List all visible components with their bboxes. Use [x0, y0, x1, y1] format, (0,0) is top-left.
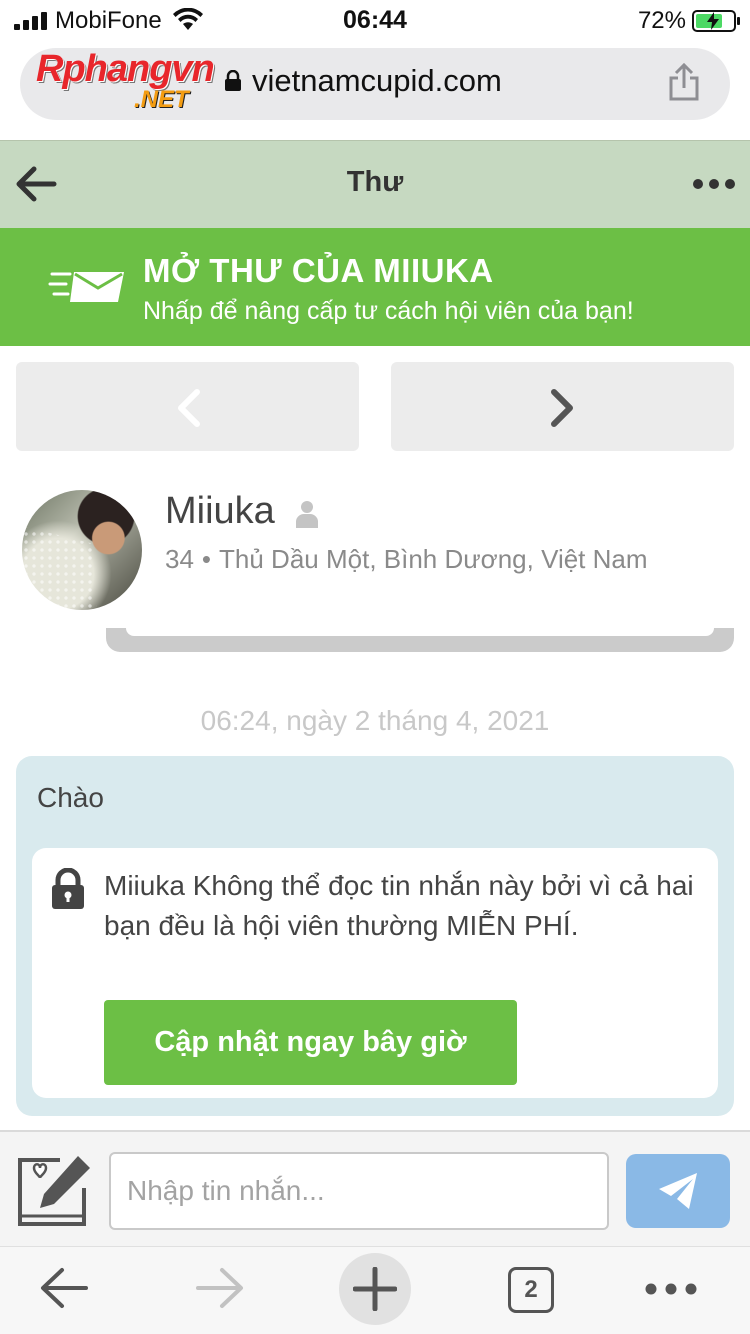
browser-menu-icon[interactable] — [644, 1282, 698, 1296]
profile-name[interactable]: Miiuka — [165, 490, 275, 533]
meta-separator: • — [201, 544, 212, 574]
avatar[interactable] — [22, 490, 142, 610]
page-title: Thư — [346, 166, 404, 198]
person-icon — [296, 501, 318, 528]
message-text: Chào — [37, 782, 104, 813]
compose-icon[interactable] — [16, 1154, 94, 1230]
chevron-left-icon — [178, 389, 200, 427]
banner-title: MỞ THƯ CỦA MIIUKA — [143, 252, 494, 289]
secure-lock-icon — [225, 70, 241, 91]
battery-icon — [692, 10, 740, 32]
mail-icon — [48, 272, 124, 302]
profile-card-edge — [106, 628, 734, 652]
browser-forward-icon[interactable] — [194, 1266, 246, 1310]
locked-notice-text: Miiuka Không thể đọc tin nhắn này bởi vì… — [104, 870, 694, 941]
next-message-button[interactable] — [391, 362, 734, 451]
message-input[interactable] — [109, 1152, 609, 1230]
previous-message-button[interactable] — [16, 362, 359, 451]
watermark-logo-text: Rphangvn — [36, 48, 215, 90]
upgrade-now-button[interactable]: Cập nhật ngay bây giờ — [104, 1000, 517, 1085]
banner-subtitle: Nhấp để nâng cấp tư cách hội viên của bạ… — [143, 297, 634, 325]
message-timestamp: 06:24, ngày 2 tháng 4, 2021 — [200, 705, 550, 736]
watermark-logo: Rphangvn .NET — [36, 48, 215, 113]
send-button[interactable] — [626, 1154, 730, 1228]
plus-icon — [353, 1267, 397, 1311]
profile-details: 34 • Thủ Dầu Một, Bình Dương, Việt Nam — [165, 544, 648, 575]
tabs-button[interactable]: 2 — [508, 1267, 554, 1313]
share-icon[interactable] — [666, 62, 702, 102]
battery-percent: 72% — [637, 7, 686, 34]
status-bar: MobiFone 06:44 72% — [0, 0, 750, 40]
profile-age: 34 — [165, 544, 194, 574]
more-options-icon[interactable] — [692, 178, 736, 190]
browser-back-icon[interactable] — [38, 1266, 90, 1310]
send-icon — [659, 1173, 697, 1209]
url-domain[interactable]: vietnamcupid.com — [252, 63, 502, 99]
lock-icon — [52, 868, 84, 909]
chevron-right-icon — [551, 389, 573, 427]
profile-location: Thủ Dầu Một, Bình Dương, Việt Nam — [219, 544, 648, 574]
watermark-logo-subtext: .NET — [134, 86, 189, 113]
